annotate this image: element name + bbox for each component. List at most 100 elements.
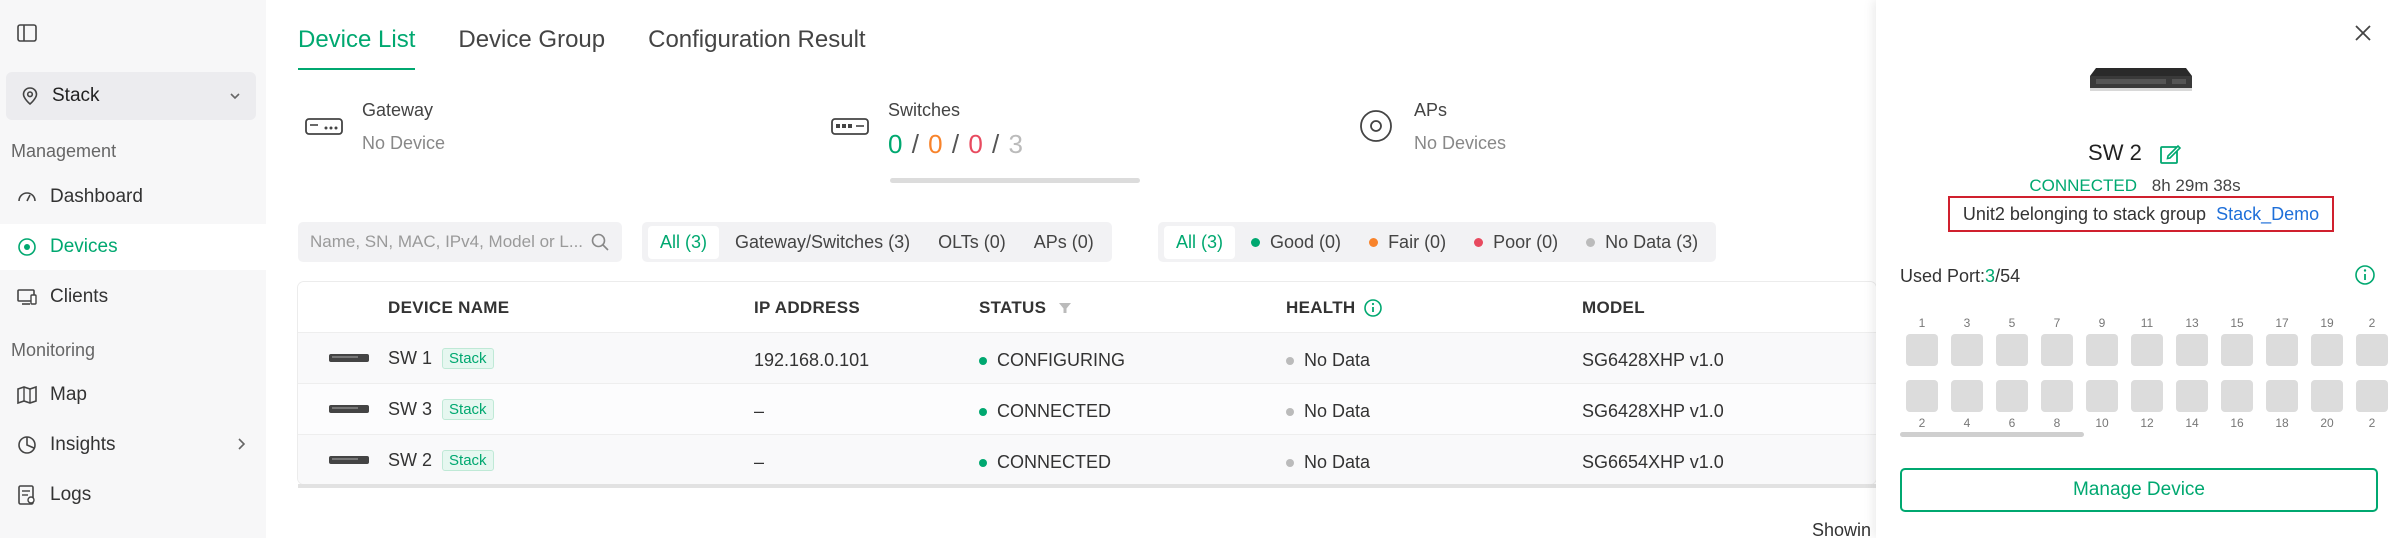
device-status: CONNECTED — [2029, 176, 2138, 195]
tab-configuration-result[interactable]: Configuration Result — [648, 26, 865, 70]
device-name-cell[interactable]: SW 1 Stack — [388, 348, 494, 369]
column-ip-address[interactable]: IP ADDRESS — [754, 298, 860, 318]
separator: / — [992, 129, 1001, 159]
search-icon[interactable] — [590, 232, 610, 252]
table-row[interactable]: SW 1 Stack 192.168.0.101 CONFIGURING No … — [298, 332, 1876, 383]
site-selector[interactable]: Stack — [6, 72, 256, 120]
switch-device-icon — [329, 456, 369, 464]
info-icon[interactable] — [1363, 298, 1383, 318]
pagination-summary: Showin — [1812, 520, 1872, 538]
port[interactable] — [2176, 334, 2208, 366]
port[interactable] — [1906, 380, 1938, 412]
port[interactable] — [2311, 334, 2343, 366]
sidebar-item-map[interactable]: Map — [0, 372, 266, 418]
filter-type-all[interactable]: All (3) — [648, 225, 720, 259]
switch-device-icon — [329, 405, 369, 413]
filter-health-good[interactable]: Good (0) — [1239, 226, 1353, 259]
column-health[interactable]: HEALTH — [1286, 298, 1383, 318]
filter-health-no-data[interactable]: No Data (3) — [1574, 226, 1710, 259]
port[interactable] — [2266, 380, 2298, 412]
stack-tag: Stack — [442, 450, 494, 471]
column-status[interactable]: STATUS — [979, 298, 1072, 318]
port[interactable] — [2356, 334, 2388, 366]
port[interactable] — [1951, 334, 1983, 366]
sidebar-item-logs[interactable]: Logs — [0, 472, 266, 518]
switch-icon — [831, 118, 869, 135]
filter-type-aps[interactable]: APs (0) — [1022, 226, 1106, 259]
map-icon — [16, 384, 38, 406]
filter-label: Poor (0) — [1493, 231, 1559, 252]
port-panel: 1 3 5 7 9 11 13 15 17 19 2 2 4 6 8 10 12 14 16 18 20 2 — [1876, 310, 2394, 440]
port-number: 3 — [1963, 316, 1971, 330]
column-device-name[interactable]: DEVICE NAME — [388, 298, 509, 318]
dashboard-icon — [16, 186, 38, 208]
site-name: Stack — [52, 85, 100, 106]
port-number: 14 — [2185, 416, 2199, 430]
table-horizontal-scrollbar[interactable] — [298, 484, 1876, 488]
port-number: 9 — [2098, 316, 2106, 330]
port[interactable] — [2356, 380, 2388, 412]
device-search[interactable] — [298, 222, 622, 262]
health-dot-icon — [1286, 356, 1294, 365]
port[interactable] — [2086, 334, 2118, 366]
stat-title: Switches — [888, 100, 961, 120]
filter-icon[interactable] — [1058, 301, 1072, 315]
port[interactable] — [2041, 334, 2073, 366]
port[interactable] — [2221, 380, 2253, 412]
device-uptime: 8h 29m 38s — [2151, 176, 2241, 195]
port[interactable] — [2131, 334, 2163, 366]
sidebar-item-label: Logs — [50, 484, 92, 505]
sidebar-item-devices[interactable]: Devices — [0, 224, 266, 270]
close-icon[interactable] — [2352, 22, 2374, 44]
port[interactable] — [2221, 334, 2253, 366]
port[interactable] — [2041, 380, 2073, 412]
sidebar-item-insights[interactable]: Insights — [0, 422, 266, 468]
port[interactable] — [2131, 380, 2163, 412]
port[interactable] — [2311, 380, 2343, 412]
status-dot-icon — [979, 407, 987, 416]
used-port-label: Used Port: — [1900, 266, 1986, 286]
column-label: STATUS — [979, 298, 1047, 317]
stack-tag: Stack — [442, 399, 494, 420]
filter-health-fair[interactable]: Fair (0) — [1357, 226, 1458, 259]
tab-device-list[interactable]: Device List — [298, 26, 416, 70]
section-monitoring: Monitoring — [11, 340, 96, 360]
port[interactable] — [2086, 380, 2118, 412]
port-panel-scrollbar[interactable] — [1900, 432, 2084, 437]
location-pin-icon — [22, 87, 38, 106]
port[interactable] — [1951, 380, 1983, 412]
filter-type-gateway-switches[interactable]: Gateway/Switches (3) — [723, 226, 922, 259]
sidebar-toggle-icon[interactable] — [16, 22, 38, 44]
device-health: No Data — [1304, 452, 1371, 472]
device-name-cell[interactable]: SW 2 Stack — [388, 450, 494, 471]
sidebar-item-clients[interactable]: Clients — [0, 274, 266, 320]
port[interactable] — [1996, 380, 2028, 412]
device-name-cell[interactable]: SW 3 Stack — [388, 399, 494, 420]
filter-label: No Data (3) — [1605, 231, 1699, 252]
ap-icon — [1360, 110, 1392, 142]
filter-health-poor[interactable]: Poor (0) — [1462, 226, 1570, 259]
manage-device-button[interactable]: Manage Device — [1900, 468, 2378, 512]
column-model[interactable]: MODEL — [1582, 298, 1645, 318]
device-table: DEVICE NAME IP ADDRESS STATUS HEALTH MOD… — [298, 282, 1876, 484]
tab-device-group[interactable]: Device Group — [458, 26, 605, 70]
sidebar-item-dashboard[interactable]: Dashboard — [0, 174, 266, 220]
port[interactable] — [1996, 334, 2028, 366]
port[interactable] — [2176, 380, 2208, 412]
port[interactable] — [2266, 334, 2298, 366]
filter-type-olts[interactable]: OLTs (0) — [926, 226, 1018, 259]
edit-icon[interactable] — [2158, 142, 2182, 166]
port[interactable] — [1906, 334, 1938, 366]
health-dot-icon — [1286, 458, 1294, 467]
stack-tag: Stack — [442, 348, 494, 369]
table-row[interactable]: SW 2 Stack – CONNECTED No Data SG6654XHP… — [298, 434, 1876, 484]
device-detail-panel: SW 2 CONNECTED 8h 29m 38s Unit2 belongin… — [1876, 0, 2394, 538]
stat-switches[interactable]: Switches 0 / 0 / 0 / 3 — [830, 96, 1024, 160]
info-icon[interactable] — [2354, 264, 2376, 286]
search-input[interactable] — [310, 232, 590, 252]
table-row[interactable]: SW 3 Stack – CONNECTED No Data SG6428XHP… — [298, 383, 1876, 434]
separator: / — [951, 129, 961, 159]
separator: / — [911, 129, 920, 159]
stack-group-link[interactable]: Stack_Demo — [2216, 204, 2319, 225]
filter-health-all[interactable]: All (3) — [1164, 225, 1236, 259]
